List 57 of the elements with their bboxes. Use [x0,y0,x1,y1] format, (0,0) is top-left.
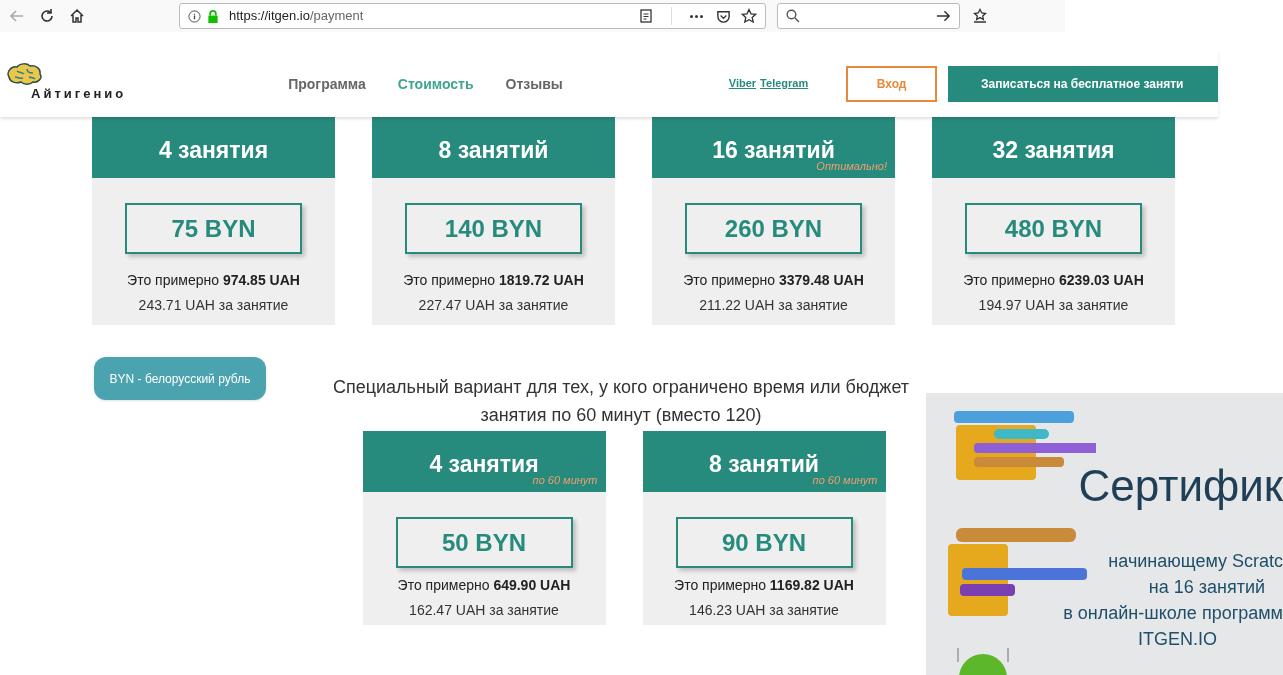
approx-price-text: Это примерно 1169.82 UAH [674,576,854,595]
nav-link[interactable]: Стоимость [397,74,474,95]
arrow-icon[interactable] [936,9,951,23]
approx-price-text: Это примерно 649.90 UAH [397,576,571,595]
currency-badge: BYN - белорусский рубль [94,357,266,400]
certificate-text: на 16 занятий [1148,576,1266,599]
signup-button[interactable]: Записаться на бесплатное заняти [948,65,1218,102]
plan-note: по 60 минут [812,474,878,487]
plan-note: по 60 минут [532,474,598,487]
home-icon[interactable] [69,8,85,24]
nav-link[interactable]: Программа [288,74,366,95]
approx-price-text: Это примерно 974.85 UAH [127,271,300,290]
special-offer-text: Специальный вариант для тех, у кого ограничено время или бюджет [332,376,910,399]
price-box: 260 BYN [685,203,862,254]
logo-text[interactable]: Айтигенио [31,84,127,104]
per-lesson-text: 243.71 UAH за занятие [138,296,289,315]
plan-title: 4 занятия [158,136,269,161]
plan-title: 16 занятий [712,136,835,161]
plan-title: 8 занятий [709,450,819,475]
info-icon[interactable] [188,9,201,23]
messenger-link[interactable]: Telegram [760,75,809,92]
per-lesson-text: 227.47 UAH за занятие [418,296,569,315]
messenger-link[interactable]: Viber [728,75,757,92]
approx-price-text: Это примерно 3379.48 UAH [683,271,864,290]
library-icon[interactable] [972,8,988,24]
certificate-title: Сертифик [1078,461,1283,511]
per-lesson-text: 162.47 UAH за занятие [409,601,559,620]
search-field[interactable] [777,3,960,29]
per-lesson-text: 211.22 UAH за занятие [699,296,848,315]
plan-note: Оптимально! [816,160,887,173]
brain-icon[interactable] [5,63,45,88]
price-box: 50 BYN [395,517,573,568]
url-text: https://itgen.io/payment [229,7,364,26]
price-box: 480 BYN [965,203,1142,254]
plan-title: 4 занятия [429,450,539,475]
approx-price-text: Это примерно 1819.72 UAH [403,271,584,290]
search-icon [786,9,800,23]
star-icon[interactable] [741,8,757,24]
address-bar[interactable]: https://itgen.io/payment [179,3,766,29]
certificate-text: в онлайн-школе программ [1063,602,1283,625]
pocket-icon[interactable] [716,8,731,24]
approx-price-text: Это примерно 6239.03 UAH [963,271,1144,290]
price-box: 140 BYN [405,203,582,254]
per-lesson-text: 146.23 UAH за занятие [689,601,839,620]
plan-title: 8 занятий [438,136,549,161]
certificate-text: начинающему Scratc [1108,550,1283,573]
nav-link[interactable]: Отзывы [505,74,563,95]
price-box: 90 BYN [675,517,853,568]
certificate-text: ITGEN.IO [1138,628,1218,651]
lock-icon [207,9,219,23]
special-offer-text: занятия по 60 минут (вместо 120) [480,404,762,427]
reload-icon[interactable] [39,8,55,24]
plan-title: 32 занятия [992,136,1115,161]
per-lesson-text: 194.97 UAH за занятие [978,296,1129,315]
login-button[interactable]: Вход [846,65,937,102]
reader-view-icon[interactable] [639,9,653,23]
price-box: 75 BYN [125,203,302,254]
